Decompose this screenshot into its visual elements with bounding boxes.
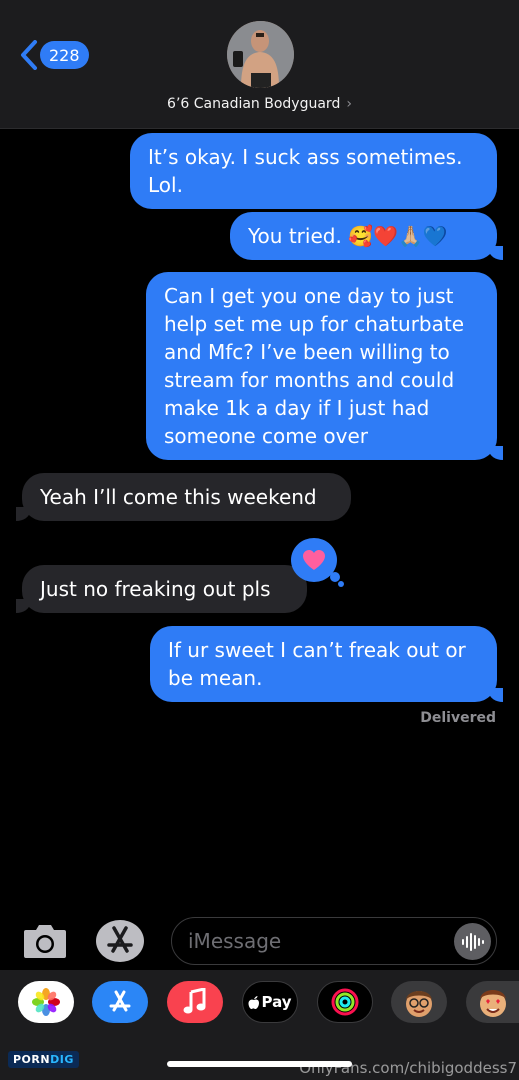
app-memoji[interactable] <box>391 981 447 1023</box>
watermark-logo: PORNDIG <box>8 1051 79 1068</box>
app-store-icon <box>107 926 133 953</box>
contact-name-row[interactable]: 6’6 Canadian Bodyguard › <box>0 96 519 112</box>
message-input[interactable] <box>188 928 438 954</box>
message-text: Just no freaking out pls <box>40 577 271 601</box>
memoji-icon <box>479 990 506 1017</box>
app-store-drawer-button[interactable] <box>96 920 144 962</box>
app-music[interactable] <box>167 981 223 1023</box>
heart-icon <box>303 550 325 570</box>
audio-message-button[interactable] <box>454 923 491 960</box>
watermark-text: OnlyFans.com/chibigoddess7 <box>299 1059 517 1077</box>
message-text: Yeah I’ll come this weekend <box>40 485 317 509</box>
message-bubble-incoming[interactable]: Yeah I’ll come this weekend <box>22 473 351 521</box>
photos-icon <box>32 988 60 1016</box>
camera-button[interactable] <box>22 922 68 960</box>
music-note-icon <box>183 988 206 1014</box>
message-text: Can I get you one day to just help set m… <box>164 284 465 448</box>
chevron-right-icon: › <box>346 96 352 112</box>
app-memoji-stickers[interactable] <box>466 981 519 1023</box>
message-text: You tried. 🥰❤️🙏🏼💙 <box>248 224 448 248</box>
camera-icon <box>24 925 66 958</box>
bubble-tail <box>16 507 30 521</box>
delivered-status: Delivered <box>420 710 496 726</box>
waveform-icon <box>461 932 484 951</box>
bubble-tail <box>489 246 503 260</box>
app-store-icon <box>109 990 131 1012</box>
app-photos[interactable] <box>18 981 74 1023</box>
activity-rings-icon <box>331 988 359 1016</box>
memoji-icon <box>406 991 432 1017</box>
message-input-container[interactable] <box>171 917 497 965</box>
bubble-tail <box>16 599 30 613</box>
tapback-tail-dot <box>338 581 344 587</box>
app-apple-pay[interactable]: Pay <box>242 981 298 1023</box>
contact-name: 6’6 Canadian Bodyguard <box>167 96 341 112</box>
apple-pay-label: Pay <box>261 993 292 1011</box>
message-bubble-outgoing[interactable]: Can I get you one day to just help set m… <box>146 272 497 460</box>
message-text: If ur sweet I can’t freak out or be mean… <box>168 638 466 690</box>
message-bubble-outgoing[interactable]: If ur sweet I can’t freak out or be mean… <box>150 626 497 702</box>
app-activity[interactable] <box>317 981 373 1023</box>
back-button[interactable]: 228 <box>20 40 89 70</box>
chevron-left-icon <box>21 40 37 70</box>
contact-avatar[interactable] <box>227 21 294 88</box>
bubble-tail <box>489 446 503 460</box>
apple-logo-icon <box>248 995 260 1009</box>
conversation-header: 228 6’6 Canadian Bodyguard › <box>0 0 519 129</box>
person-icon <box>227 21 294 88</box>
message-text: It’s okay. I suck ass sometimes. Lol. <box>148 145 463 197</box>
message-bubble-outgoing[interactable]: You tried. 🥰❤️🙏🏼💙 <box>230 212 497 260</box>
unread-count-badge: 228 <box>40 41 89 69</box>
bubble-tail <box>489 688 503 702</box>
message-bubble-incoming[interactable]: Just no freaking out pls <box>22 565 307 613</box>
message-bubble-outgoing[interactable]: It’s okay. I suck ass sometimes. Lol. <box>130 133 497 209</box>
app-app-store[interactable] <box>92 981 148 1023</box>
